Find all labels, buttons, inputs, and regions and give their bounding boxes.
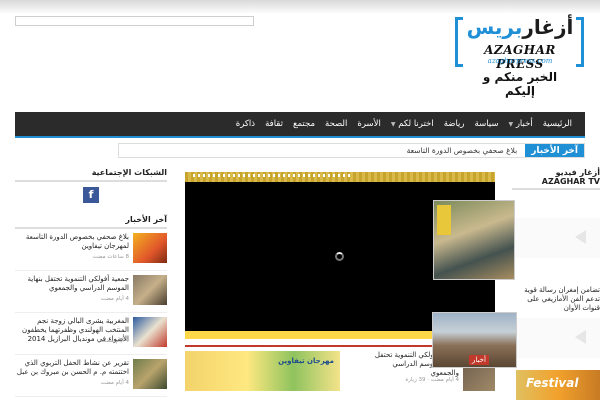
latest-news-title: آخر الأخبار: [15, 215, 167, 229]
site-logo[interactable]: أزغاربريس AZAGHAR PRESS azagharpress.com…: [452, 15, 587, 98]
ticker-headline-link[interactable]: بلاغ صحفي بخصوص الدورة التاسعة: [407, 146, 526, 155]
nav-item-society[interactable]: مجتمع: [288, 119, 320, 129]
news-headline[interactable]: بلاغ صحفي بخصوص الدورة التاسعة لمهرجان ت…: [15, 233, 129, 251]
news-thumbnail[interactable]: [133, 317, 167, 347]
list-item[interactable]: بلاغ صحفي بخصوص الدورة التاسعة لمهرجان ت…: [15, 229, 167, 271]
chevron-down-icon: ▼: [508, 121, 514, 128]
news-timestamp: 8 ساعات مضت: [92, 254, 129, 260]
left-sidebar: الشبكات الإجتماعية f آخر الأخبار بلاغ صح…: [15, 168, 167, 397]
logo-site-url: azagharpress.com: [487, 57, 553, 65]
logo-arabic-part2: بريس: [466, 15, 523, 39]
nav-item-label: الصحة: [325, 119, 348, 129]
news-label-badge: أخبار: [469, 355, 489, 365]
logo-bracket-left: [455, 17, 463, 67]
nav-item-politics[interactable]: سياسة: [470, 119, 504, 129]
logo-arabic-name: أزغاربريس: [466, 15, 574, 39]
nav-item-label: اخترنا لكم: [398, 119, 434, 129]
nav-item-picks[interactable]: اخترنا لكم ▼: [386, 119, 439, 129]
news-thumbnail[interactable]: [133, 359, 167, 389]
list-item[interactable]: المغربية يشرى البالي زوجة نجم المنتخب ال…: [15, 313, 167, 355]
news-thumbnail[interactable]: [133, 233, 167, 263]
nav-item-memory[interactable]: ذاكرة: [231, 119, 260, 129]
nav-item-label: سياسة: [474, 119, 499, 129]
photo-overlay-horses[interactable]: أخبار: [432, 312, 517, 368]
poster-graphic: [437, 205, 451, 235]
nav-item-sports[interactable]: رياضة: [439, 119, 470, 129]
top-shade: [0, 0, 600, 14]
loading-spinner-icon: [335, 252, 344, 261]
list-item[interactable]: جمعية أفولكي التنموية تحتفل بنهاية الموس…: [15, 271, 167, 313]
featured-sub-meta: 4 أيام مضت · 39 زيارة: [405, 377, 459, 383]
news-timestamp: 4 أيام مضت: [100, 296, 129, 302]
festival-poster-overlay[interactable]: Festival: [516, 370, 600, 400]
nav-item-label: رياضة: [443, 119, 465, 129]
festival-banner-thumbnail[interactable]: مهرجان تيفاوين: [185, 351, 340, 391]
news-timestamp: 4 أيام مضت: [100, 338, 129, 344]
facebook-icon[interactable]: f: [83, 187, 99, 203]
breaking-news-ticker: آخر الأخبار بلاغ صحفي بخصوص الدورة التاس…: [118, 143, 585, 158]
nav-item-health[interactable]: الصحة: [320, 119, 352, 129]
news-headline[interactable]: جمعية أفولكي التنموية تحتفل بنهاية الموس…: [15, 275, 129, 293]
video-thumbnail[interactable]: [512, 218, 600, 258]
news-thumbnail[interactable]: [133, 275, 167, 305]
nav-item-label: ثقافة: [265, 119, 283, 129]
video-caption[interactable]: تضامن إمغران رسالة قوية تدعم الفن الأماز…: [512, 286, 600, 313]
festival-poster-text: Festival: [526, 376, 579, 390]
news-headline[interactable]: تقرير عن نشاط الحفل التربوي الذي اختتمته…: [15, 359, 129, 377]
video-thumbnail[interactable]: [512, 318, 600, 358]
list-item[interactable]: تقرير عن نشاط الحفل التربوي الذي اختتمته…: [15, 355, 167, 397]
main-navigation: الرئيسية أخبار ▼ سياسة رياضة اخترنا لكم …: [15, 112, 585, 138]
social-widget-title: الشبكات الإجتماعية: [15, 168, 167, 182]
nav-item-home[interactable]: الرئيسية: [538, 119, 577, 129]
ticker-label: آخر الأخبار: [525, 144, 584, 157]
site-slogan: الخبر منكم و إليكم: [482, 70, 558, 98]
video-widget-title: أزغار فيديو AZAGHAR TV: [512, 168, 600, 190]
banner-ad-placeholder[interactable]: [15, 16, 254, 26]
nav-item-label: ذاكرة: [235, 119, 256, 129]
nav-item-label: الرئيسية: [542, 119, 572, 129]
nav-item-family[interactable]: الأسرة: [352, 119, 385, 129]
logo-bracket-right: [576, 17, 584, 67]
featured-header-strip: [185, 172, 495, 182]
dotted-decoration: [193, 174, 353, 177]
news-timestamp: 4 أيام مضت: [100, 380, 129, 386]
play-icon: [575, 330, 586, 344]
video-sidebar: أزغار فيديو AZAGHAR TV تضامن إمغران رسال…: [512, 168, 600, 358]
nav-item-label: الأسرة: [357, 119, 381, 129]
festival-banner-text: مهرجان تيفاوين: [278, 357, 334, 365]
nav-item-news[interactable]: أخبار ▼: [504, 119, 538, 129]
photo-overlay-award[interactable]: [433, 200, 515, 280]
nav-item-label: أخبار: [515, 119, 533, 129]
nav-item-label: مجتمع: [292, 119, 316, 129]
logo-arabic-part1: أزغار: [522, 15, 574, 39]
chevron-down-icon: ▼: [390, 121, 396, 128]
nav-item-culture[interactable]: ثقافة: [260, 119, 288, 129]
play-icon: [575, 230, 586, 244]
